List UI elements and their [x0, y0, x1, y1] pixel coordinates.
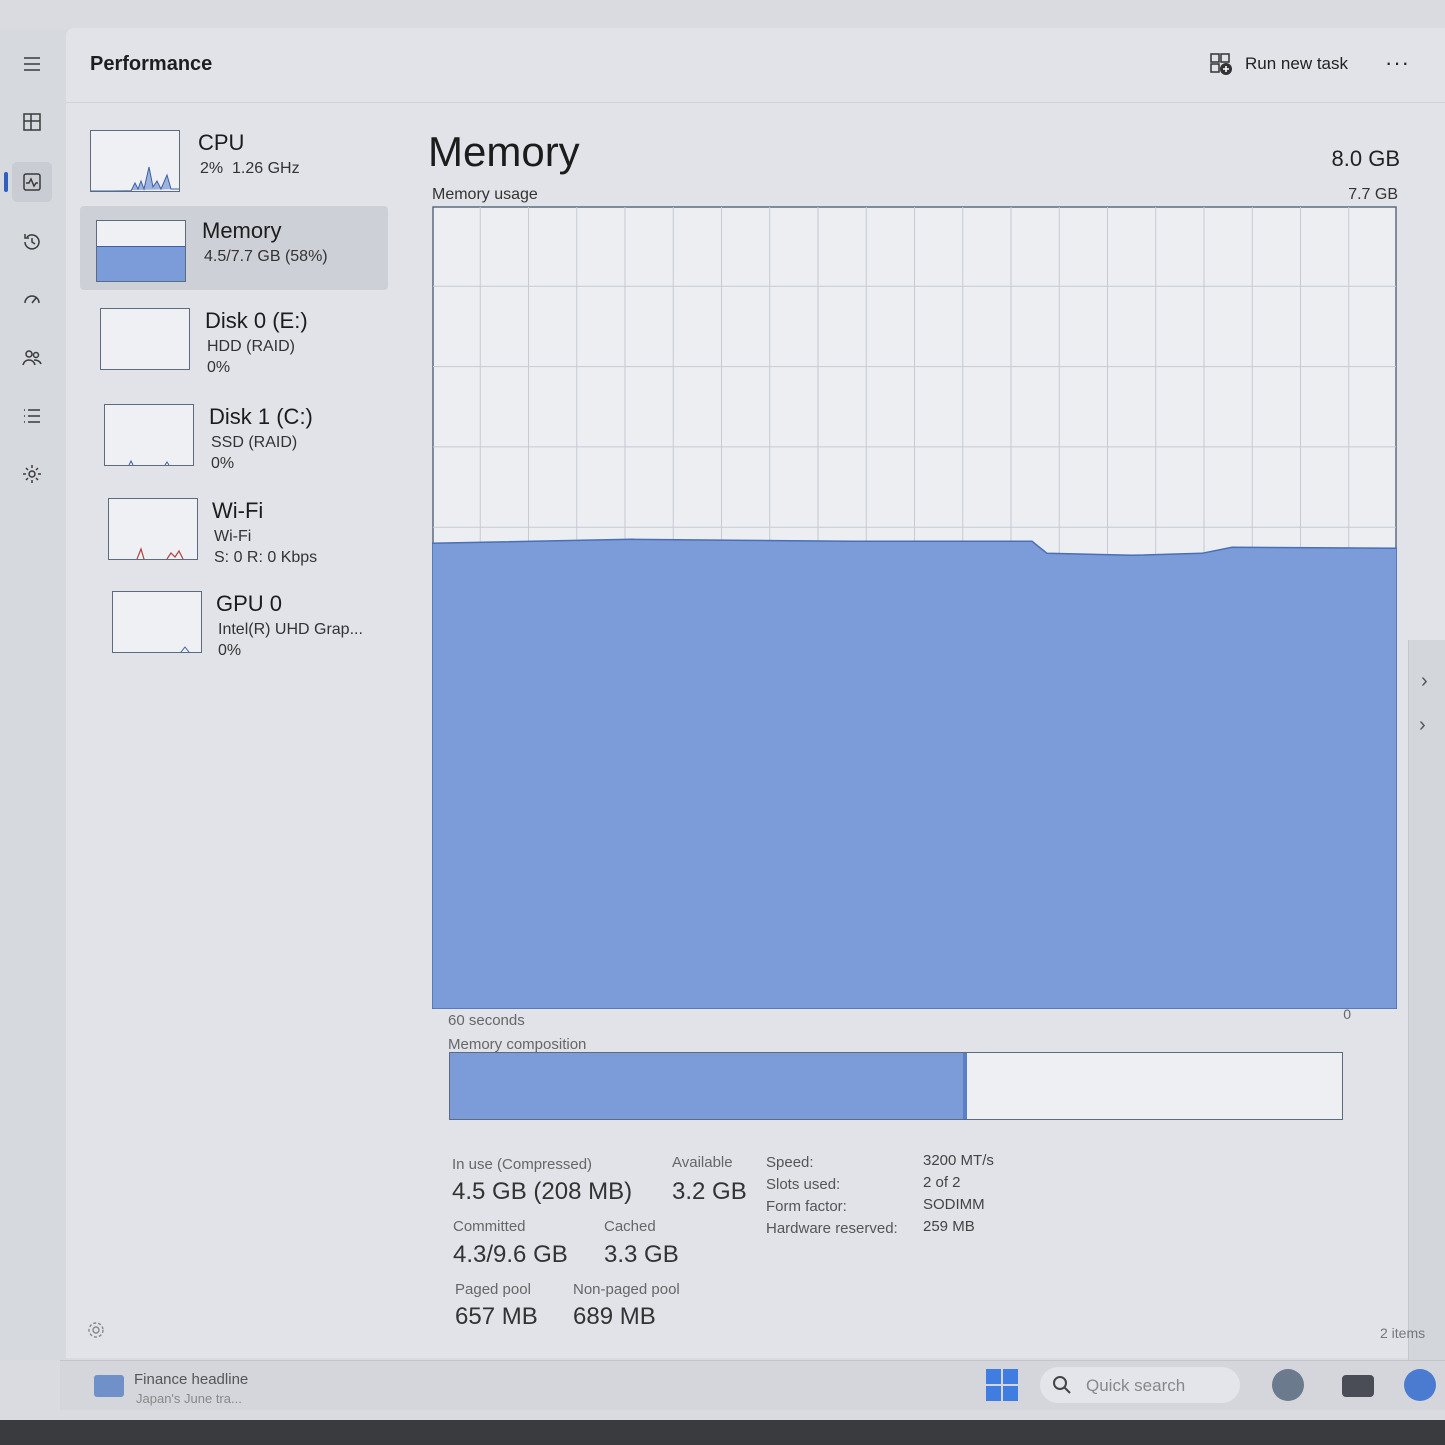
- speed-label: Speed:: [766, 1154, 814, 1171]
- composition-in-use: [450, 1053, 968, 1119]
- gpu-thumbnail: [112, 591, 202, 653]
- run-task-label: Run new task: [1245, 54, 1348, 73]
- device-name: CPU: [198, 130, 245, 155]
- wifi-thumbnail: [108, 498, 198, 560]
- speed-value: 3200 MT/s: [923, 1152, 994, 1169]
- form-factor-value: SODIMM: [923, 1196, 985, 1213]
- memory-total: 8.0 GB: [1331, 146, 1400, 171]
- device-sub: Wi-Fi S: 0 R: 0 Kbps: [214, 528, 318, 566]
- device-sub: Intel(R) UHD Grap... 0%: [218, 621, 363, 659]
- device-memory[interactable]: Memory 4.5/7.7 GB (58%): [80, 206, 388, 290]
- paged-pool-value: 657 MB: [455, 1303, 538, 1330]
- disk0-thumbnail: [100, 308, 190, 370]
- nav-rail: [0, 30, 68, 1360]
- settings-gear-icon[interactable]: [86, 1320, 106, 1340]
- in-use-value: 4.5 GB (208 MB): [452, 1178, 633, 1205]
- performance-icon[interactable]: [12, 162, 52, 202]
- cpu-thumbnail: [90, 130, 180, 192]
- device-name: Disk 0 (E:): [205, 308, 308, 333]
- device-wifi[interactable]: Wi-Fi Wi-Fi S: 0 R: 0 Kbps: [98, 488, 398, 572]
- device-disk1[interactable]: Disk 1 (C:) SSD (RAID) 0%: [94, 394, 394, 478]
- services-icon[interactable]: [12, 454, 52, 494]
- chevron-right-icon[interactable]: ›: [1419, 714, 1426, 737]
- file-explorer-icon[interactable]: [1342, 1375, 1374, 1397]
- search-icon: [1053, 1376, 1071, 1394]
- device-name: Memory: [202, 218, 282, 243]
- paged-pool-label: Paged pool: [455, 1281, 531, 1298]
- processes-icon[interactable]: [12, 102, 52, 142]
- details-icon[interactable]: [12, 396, 52, 436]
- hardware-reserved-value: 259 MB: [923, 1218, 975, 1235]
- device-sub: 4.5/7.7 GB (58%): [204, 248, 328, 265]
- axis-right-label: 0: [1343, 1006, 1351, 1022]
- device-sub: SSD (RAID) 0%: [211, 434, 298, 472]
- memory-heading: Memory: [428, 128, 580, 175]
- history-icon[interactable]: [12, 222, 52, 262]
- cached-label: Cached: [604, 1218, 656, 1235]
- search-input[interactable]: Quick search: [1040, 1367, 1240, 1403]
- copilot-icon[interactable]: [1404, 1369, 1436, 1401]
- device-disk0[interactable]: Disk 0 (E:) HDD (RAID) 0%: [90, 298, 390, 382]
- widget-subtitle: Japan's June tra...: [136, 1391, 242, 1406]
- available-label: Available: [672, 1154, 733, 1171]
- slots-label: Slots used:: [766, 1176, 841, 1193]
- device-gpu[interactable]: GPU 0 Intel(R) UHD Grap... 0%: [102, 581, 402, 665]
- windows-start-icon[interactable]: [986, 1369, 1018, 1401]
- axis-left-label: 60 seconds: [448, 1012, 525, 1029]
- device-sub: 2% 1.26 GHz: [200, 160, 300, 177]
- hamburger-icon[interactable]: [12, 44, 52, 84]
- active-indicator: [4, 172, 8, 192]
- device-name: Disk 1 (C:): [209, 404, 313, 429]
- page-title: Performance: [90, 53, 213, 75]
- side-panel-strip: › ›: [1408, 640, 1445, 1360]
- in-use-label: In use (Compressed): [452, 1156, 593, 1173]
- disk1-thumbnail: [104, 404, 194, 466]
- available-value: 3.2 GB: [672, 1178, 747, 1205]
- memory-composition-bar: [449, 1052, 1343, 1120]
- users-icon[interactable]: [12, 338, 52, 378]
- startup-icon[interactable]: [12, 280, 52, 320]
- nonpaged-pool-label: Non-paged pool: [573, 1281, 680, 1298]
- memory-thumbnail: [96, 220, 186, 282]
- more-options-button[interactable]: ···: [1385, 50, 1410, 76]
- nonpaged-pool-value: 689 MB: [573, 1303, 656, 1330]
- widget-icon[interactable]: [94, 1375, 124, 1397]
- search-placeholder: Quick search: [1086, 1376, 1186, 1395]
- taskbar: Finance headline Japan's June tra... Qui…: [60, 1360, 1445, 1410]
- device-sub: HDD (RAID) 0%: [207, 338, 295, 376]
- committed-label: Committed: [453, 1218, 526, 1235]
- hardware-reserved-label: Hardware reserved:: [766, 1220, 898, 1237]
- device-name: GPU 0: [216, 591, 283, 616]
- form-factor-label: Form factor:: [766, 1198, 847, 1215]
- memory-usage-label: Memory usage: [432, 186, 538, 203]
- memory-usage-max: 7.7 GB: [1348, 186, 1398, 203]
- device-cpu[interactable]: CPU 2% 1.26 GHz: [80, 120, 380, 204]
- task-manager-window: Performance Run new task ··· CPU 2% 1.26…: [66, 28, 1445, 1358]
- title-bar: Performance Run new task ···: [66, 28, 1445, 103]
- memory-usage-area: [432, 538, 1397, 1009]
- chevron-right-icon[interactable]: ›: [1421, 670, 1428, 693]
- slots-value: 2 of 2: [923, 1174, 961, 1191]
- composition-label: Memory composition: [448, 1036, 587, 1053]
- memory-usage-graph: [432, 206, 1397, 1009]
- widget-title[interactable]: Finance headline: [134, 1371, 248, 1388]
- screen: Performance Run new task ··· CPU 2% 1.26…: [0, 0, 1445, 1420]
- items-count: 2 items: [1380, 1325, 1426, 1341]
- device-name: Wi-Fi: [212, 498, 264, 523]
- cached-value: 3.3 GB: [604, 1241, 679, 1268]
- committed-value: 4.3/9.6 GB: [453, 1241, 568, 1268]
- chat-app-icon[interactable]: [1272, 1369, 1304, 1401]
- run-new-task-button[interactable]: Run new task: [1209, 52, 1348, 76]
- run-task-icon: [1210, 53, 1232, 75]
